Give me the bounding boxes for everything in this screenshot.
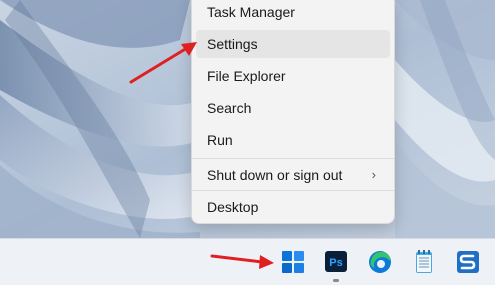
snagit-icon — [457, 251, 479, 273]
snagit-taskbar-button[interactable] — [451, 245, 485, 279]
menu-item-label: Desktop — [207, 199, 259, 215]
menu-item-label: Task Manager — [207, 4, 295, 20]
start-context-menu: Task Manager Settings File Explorer Sear… — [191, 0, 395, 224]
photoshop-taskbar-button[interactable]: Ps — [319, 245, 353, 282]
start-button[interactable] — [276, 245, 310, 279]
menu-item-task-manager[interactable]: Task Manager — [196, 0, 390, 26]
menu-separator — [192, 190, 394, 191]
menu-item-label: Run — [207, 132, 233, 148]
annotation-arrow-start — [210, 254, 274, 269]
menu-item-desktop[interactable]: Desktop — [196, 193, 390, 221]
chevron-right-icon: › — [371, 167, 376, 182]
menu-item-label: Search — [207, 100, 252, 116]
edge-taskbar-button[interactable] — [363, 245, 397, 279]
menu-item-file-explorer[interactable]: File Explorer — [196, 62, 390, 90]
photoshop-icon: Ps — [325, 251, 347, 272]
menu-item-run[interactable]: Run — [196, 126, 390, 154]
edge-icon — [369, 251, 391, 273]
menu-item-label: File Explorer — [207, 68, 286, 84]
notepad-icon — [416, 250, 432, 273]
menu-item-label: Shut down or sign out — [207, 167, 343, 183]
menu-separator — [192, 158, 394, 159]
menu-item-settings[interactable]: Settings — [196, 30, 390, 58]
photoshop-label: Ps — [329, 257, 342, 269]
notepad-taskbar-button[interactable] — [407, 245, 441, 279]
menu-item-label: Settings — [207, 36, 258, 52]
running-indicator — [333, 279, 339, 282]
annotation-arrow-settings — [129, 42, 197, 84]
menu-item-shut-down-or-sign-out[interactable]: Shut down or sign out › — [196, 161, 390, 189]
windows-start-icon — [282, 251, 304, 273]
menu-item-search[interactable]: Search — [196, 94, 390, 122]
